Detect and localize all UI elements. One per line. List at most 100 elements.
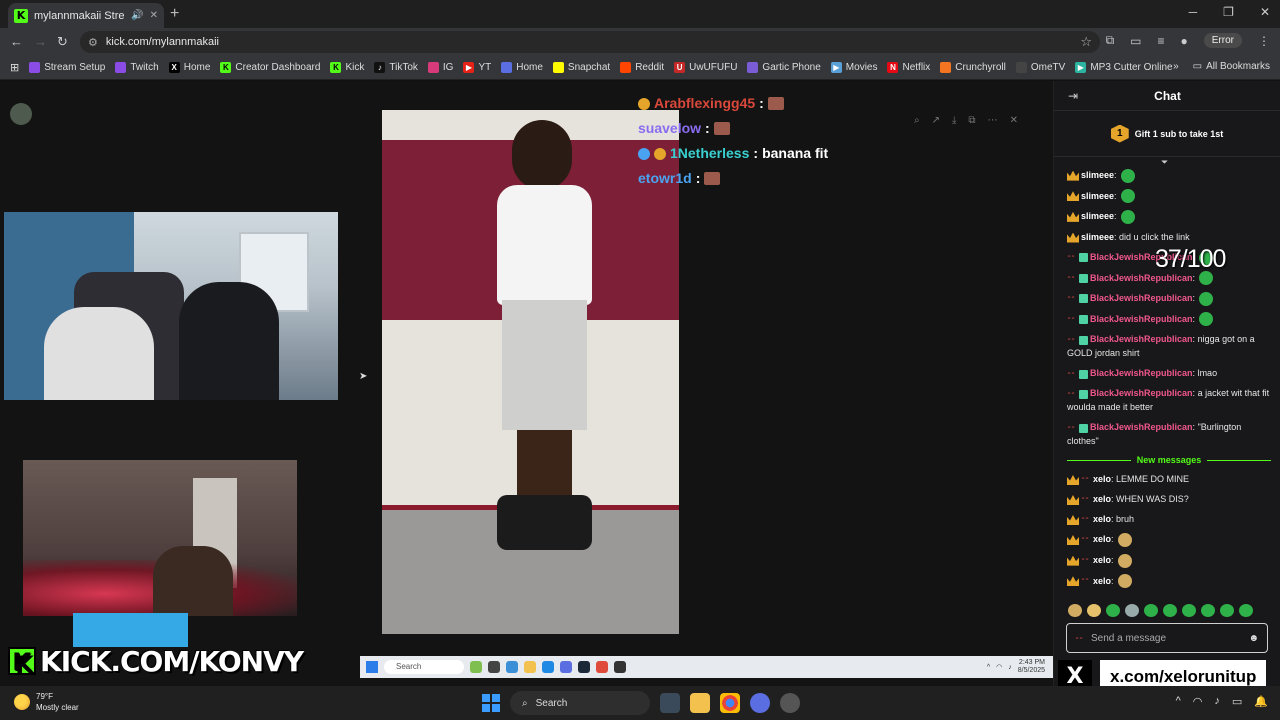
chat-message: slimeee:: [1067, 206, 1271, 227]
chat-username[interactable]: BlackJewishRepublican: [1090, 293, 1193, 303]
wifi-icon[interactable]: ◠: [1193, 695, 1203, 708]
emote-button[interactable]: [1106, 604, 1120, 617]
new-messages-divider[interactable]: New messages: [1067, 451, 1271, 469]
emote-button[interactable]: [1201, 604, 1215, 617]
address-bar[interactable]: ⚙ kick.com/mylannmakaii ☆: [80, 31, 1100, 53]
site-info-icon[interactable]: ⚙: [88, 36, 98, 49]
emoji-picker-icon[interactable]: ☻: [1248, 633, 1259, 644]
bookmark-kick[interactable]: K Kick: [330, 62, 364, 73]
emote-icon: [767, 97, 784, 110]
chat-username[interactable]: BlackJewishRepublican: [1090, 334, 1193, 344]
floating-chat-line: suavelow :: [638, 116, 828, 141]
bookmark-reddit[interactable]: Reddit: [620, 62, 664, 73]
weather-widget[interactable]: 79°F Mostly clear: [14, 691, 79, 713]
chat-username[interactable]: slimeee: [1081, 191, 1114, 201]
tray-chevron-icon[interactable]: ^: [1176, 695, 1181, 708]
twitch-icon: [29, 62, 41, 73]
task-view-icon[interactable]: [660, 693, 680, 713]
emote-icon: [713, 122, 730, 135]
stream-player[interactable]: K KICK.COM/KONVY ⌕ ↗ ⤓ ⧉ ⋯ ✕ Arabflexing…: [0, 81, 1053, 686]
shared-photo: [382, 110, 679, 634]
bookmark-crunchyroll[interactable]: Crunchyroll: [940, 62, 1006, 73]
chat-username[interactable]: xelo: [1093, 534, 1111, 544]
chat-username[interactable]: slimeee: [1081, 211, 1114, 221]
new-tab-icon[interactable]: +: [170, 5, 179, 23]
chat-username[interactable]: xelo: [1093, 494, 1111, 504]
chat-username[interactable]: BlackJewishRepublican: [1090, 388, 1193, 398]
chrome-icon[interactable]: [720, 693, 740, 713]
bookmark-star-icon[interactable]: ☆: [1080, 34, 1092, 50]
avatar: [10, 103, 32, 125]
minimize-icon[interactable]: ─: [1189, 5, 1198, 19]
bookmark-movies[interactable]: ▶ Movies: [830, 62, 877, 73]
bookmark-twitch[interactable]: Twitch: [115, 62, 159, 73]
all-bookmarks-button[interactable]: ▭ All Bookmarks: [1193, 61, 1270, 72]
emote-button[interactable]: [1182, 604, 1196, 617]
speaker-icon[interactable]: 🔊: [131, 10, 143, 21]
start-icon[interactable]: [482, 694, 500, 712]
chat-username[interactable]: xelo: [1093, 474, 1111, 484]
profile-avatar-icon[interactable]: ●: [1181, 34, 1188, 48]
restore-icon[interactable]: ❐: [1223, 5, 1234, 19]
chat-username[interactable]: BlackJewishRepublican: [1090, 314, 1193, 324]
chat-username[interactable]: BlackJewishRepublican: [1090, 368, 1193, 378]
apps-grid-icon[interactable]: ⊞: [10, 61, 19, 74]
volume-icon[interactable]: ♪: [1214, 695, 1220, 708]
gift-badge-icon: [1079, 369, 1088, 379]
bookmark-yt[interactable]: ▶ YT: [463, 62, 491, 73]
chat-username[interactable]: slimeee: [1081, 170, 1114, 180]
notification-bell-icon[interactable]: 🔔: [1254, 695, 1268, 708]
emote-button[interactable]: [1087, 604, 1101, 617]
close-window-icon[interactable]: ✕: [1260, 5, 1270, 19]
taskbar-search[interactable]: ⌕ Search: [510, 691, 650, 715]
browser-tab-active[interactable]: K mylannmakaii Stream - Wa 🔊 ✕: [8, 3, 164, 28]
bookmark-tiktok[interactable]: ♪ TikTok: [374, 62, 418, 73]
emote-button[interactable]: [1144, 604, 1158, 617]
gift-badge-icon: [1079, 335, 1088, 345]
emote-button[interactable]: [1125, 604, 1139, 617]
bookmark-ometv[interactable]: OmeTV: [1015, 62, 1065, 73]
more-bookmarks-icon[interactable]: »: [1173, 61, 1179, 72]
bookmark-creator-dashboard[interactable]: K Creator Dashboard: [220, 62, 320, 73]
forward-icon[interactable]: →: [34, 34, 47, 49]
close-tab-icon[interactable]: ✕: [150, 10, 158, 21]
emote-button[interactable]: [1239, 604, 1253, 617]
bookmark-ig[interactable]: IG: [427, 62, 453, 73]
extensions-icon[interactable]: ⧉: [1106, 33, 1115, 48]
bookmark-gartic-phone[interactable]: Gartic Phone: [747, 62, 821, 73]
app-icon[interactable]: [780, 693, 800, 713]
discord-icon[interactable]: [750, 693, 770, 713]
chat-username[interactable]: slimeee: [1081, 232, 1114, 242]
chat-username[interactable]: BlackJewishRepublican: [1090, 273, 1193, 283]
media-icon[interactable]: ≡: [1158, 34, 1165, 48]
bookmark-uwufufu[interactable]: U UwUFUFU: [674, 62, 737, 73]
chat-username[interactable]: xelo: [1093, 514, 1111, 524]
bookmark-home-x[interactable]: X Home: [168, 62, 210, 73]
kebab-menu-icon[interactable]: ⋮: [1258, 34, 1270, 48]
back-icon[interactable]: ←: [10, 34, 23, 49]
bookmark-snapchat[interactable]: Snapchat: [552, 62, 610, 73]
bookmark-mp3-cutter[interactable]: ▶ MP3 Cutter Online...: [1075, 62, 1181, 73]
chat-username[interactable]: BlackJewishRepublican: [1090, 422, 1193, 432]
emote-button[interactable]: [1220, 604, 1234, 617]
sub-badge-icon: ⁃⁃: [1067, 422, 1075, 432]
bookmark-stream-setup[interactable]: Stream Setup: [29, 62, 105, 73]
gift-leaderboard[interactable]: 1 Gift 1 sub to take 1st: [1054, 111, 1280, 157]
chat-message: ⁃⁃ xelo:: [1067, 571, 1271, 592]
kick-favicon-icon: K: [14, 8, 28, 23]
window-controls: ─ ❐ ✕: [1189, 5, 1270, 19]
bookmark-netflix[interactable]: N Netflix: [887, 62, 930, 73]
chat-username[interactable]: xelo: [1093, 576, 1111, 586]
reload-icon[interactable]: ↻: [57, 34, 68, 50]
battery-icon[interactable]: ▭: [1232, 695, 1242, 708]
chat-username[interactable]: xelo: [1093, 555, 1111, 565]
sidepanel-icon[interactable]: ▭: [1130, 34, 1141, 48]
chat-input[interactable]: ⁃⁃ Send a message ☻: [1066, 623, 1268, 653]
file-explorer-icon[interactable]: [690, 693, 710, 713]
emote-button[interactable]: [1068, 604, 1082, 617]
folder-icon: ▭: [1192, 61, 1203, 72]
instagram-icon: [427, 62, 439, 73]
error-button[interactable]: Error: [1203, 33, 1242, 48]
bookmark-home[interactable]: Home: [501, 62, 543, 73]
emote-button[interactable]: [1163, 604, 1177, 617]
